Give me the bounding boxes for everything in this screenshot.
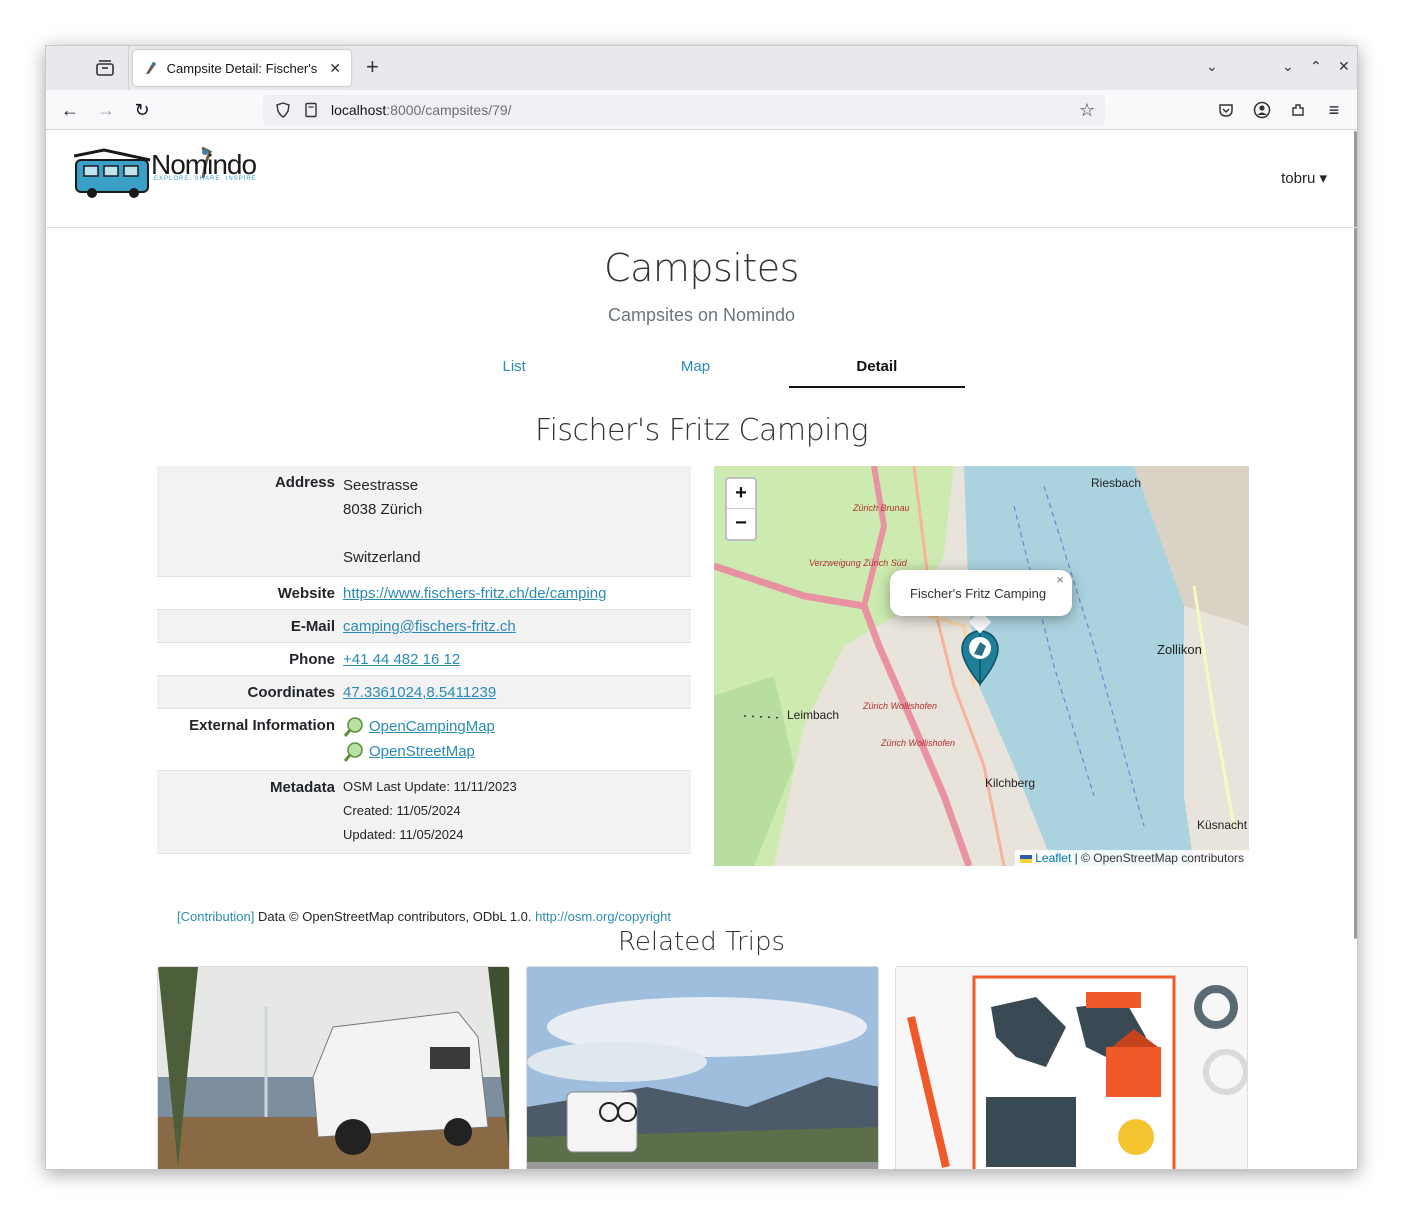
tab-overview-icon[interactable]: [94, 58, 116, 78]
tab-detail[interactable]: Detail: [788, 346, 965, 388]
metadata-created: Created: 11/05/2024: [343, 803, 461, 818]
place-label-zollikon: Zollikon: [1157, 642, 1202, 657]
campsite-tabs: List Map Detail: [426, 346, 970, 388]
bird-favicon-icon: [145, 62, 156, 74]
ukraine-flag-icon: [1019, 854, 1032, 863]
metadata-osm-update: OSM Last Update: 11/11/2023: [343, 779, 517, 794]
trip-card[interactable]: [895, 966, 1248, 1169]
campsite-name: Fischer's Fritz Camping: [535, 413, 869, 448]
external-info-label: External Information: [189, 717, 335, 734]
coordinates-label: Coordinates: [247, 684, 335, 701]
trip-photo-camper-mountains: [527, 967, 878, 1169]
tab-strip: Campsite Detail: Fischer's ✕ + ⌄ ⌄ ⌃ ✕: [46, 46, 1357, 90]
logo-tagline: EXPLORE. SHARE. INSPIRE: [154, 176, 257, 182]
osm-attribution: [Contribution] Data © OpenStreetMap cont…: [157, 909, 691, 924]
menu-icon[interactable]: ≡: [1322, 98, 1346, 122]
tab-map[interactable]: Map: [607, 346, 783, 388]
page-content: Nomindo EXPLORE. SHARE. INSPIRE tobru ▾ …: [46, 131, 1357, 1169]
url-bar[interactable]: localhost:8000/campsites/79/ ☆: [263, 95, 1105, 125]
page-info-icon[interactable]: [303, 102, 319, 118]
website-label: Website: [277, 585, 335, 602]
forward-icon[interactable]: →: [94, 98, 118, 122]
reload-icon[interactable]: ↻: [130, 98, 154, 122]
bookmark-star-icon[interactable]: ☆: [1079, 100, 1095, 121]
station-label-wollishofen-2: Zürich Wollishofen: [880, 738, 955, 748]
coordinates-link[interactable]: 47.3361024,8.5411239: [343, 684, 496, 701]
account-icon[interactable]: [1250, 98, 1274, 122]
map-tiles[interactable]: Riesbach Zollikon Leimbach Kilchberg Küs…: [714, 466, 1249, 866]
address-city: 8038 Zürich: [343, 501, 423, 518]
trip-card[interactable]: [526, 966, 879, 1169]
campsite-map[interactable]: Riesbach Zollikon Leimbach Kilchberg Küs…: [714, 466, 1249, 866]
related-trips-title: Related Trips: [617, 927, 786, 957]
station-label-verzweigung: Verzweigung Zürich Süd: [809, 558, 908, 568]
address-row: Address Seestrasse 8038 Zürich Switzerla…: [157, 466, 691, 577]
station-label-wollishofen-1: Zürich Wollishofen: [862, 701, 937, 711]
shield-icon[interactable]: [275, 102, 291, 118]
address-value: Seestrasse 8038 Zürich Switzerland: [343, 474, 691, 570]
leaflet-link[interactable]: Leaflet: [1035, 851, 1071, 865]
trip-photo-camper-forest: [158, 967, 509, 1169]
site-header: Nomindo EXPLORE. SHARE. INSPIRE tobru ▾: [46, 131, 1357, 228]
list-all-tabs-icon[interactable]: ⌄: [1206, 58, 1218, 75]
close-tab-icon[interactable]: ✕: [329, 60, 341, 77]
email-label: E-Mail: [290, 618, 335, 635]
close-window-icon[interactable]: ✕: [1338, 58, 1350, 75]
address-label: Address: [274, 474, 335, 491]
phone-row: Phone +41 44 482 16 12: [157, 643, 691, 676]
zoom-in-button[interactable]: +: [727, 479, 755, 509]
openstreetmap-icon: [343, 742, 363, 762]
campsite-info-table: Address Seestrasse 8038 Zürich Switzerla…: [157, 466, 691, 854]
opencampingmap-link[interactable]: OpenCampingMap: [369, 718, 495, 735]
metadata-updated: Updated: 11/05/2024: [343, 827, 464, 842]
place-label-kilchberg: Kilchberg: [985, 776, 1035, 790]
tab-title: Campsite Detail: Fischer's: [166, 60, 318, 76]
email-link[interactable]: camping@fischers-fritz.ch: [343, 618, 516, 635]
tab-list[interactable]: List: [426, 346, 602, 388]
osm-copyright-link[interactable]: http://osm.org/copyright: [535, 909, 671, 924]
popup-close-icon[interactable]: ×: [1056, 572, 1064, 587]
page-title: Campsites: [604, 246, 799, 290]
address-country: Switzerland: [343, 549, 421, 566]
place-label-kusnacht: Küsnacht: [1197, 818, 1248, 832]
external-info-row: External Information OpenCampingMap Open…: [157, 709, 691, 771]
place-label-leimbach: Leimbach: [787, 708, 839, 722]
map-popup: Fischer's Fritz Camping ×: [890, 570, 1072, 616]
map-attribution: Leaflet | © OpenStreetMap contributors: [1014, 850, 1249, 866]
attribution-text: Data © OpenStreetMap contributors, ODbL …: [254, 909, 536, 924]
url-text: localhost:8000/campsites/79/: [331, 102, 512, 118]
openstreetmap-link[interactable]: OpenStreetMap: [369, 743, 475, 760]
tab-separator: [128, 46, 129, 90]
address-street: Seestrasse: [343, 477, 419, 494]
page-subtitle: Campsites on Nomindo: [607, 305, 796, 325]
browser-tab[interactable]: Campsite Detail: Fischer's ✕: [133, 50, 351, 86]
new-tab-icon[interactable]: +: [366, 56, 379, 78]
extensions-icon[interactable]: [1286, 98, 1310, 122]
trip-card[interactable]: [157, 966, 510, 1169]
phone-link[interactable]: +41 44 482 16 12: [343, 651, 460, 668]
metadata-label: Metadata: [269, 779, 335, 796]
zoom-out-button[interactable]: −: [727, 509, 755, 539]
navigation-bar: ← → ↻ localhost:8000/campsites/79/ ☆ ≡: [46, 90, 1357, 130]
email-row: E-Mail camping@fischers-fritz.ch: [157, 610, 691, 643]
metadata-row: Metadata OSM Last Update: 11/11/2023 Cre…: [157, 771, 691, 854]
station-label-brunau: Zürich Brunau: [852, 503, 910, 513]
website-link[interactable]: https://www.fischers-fritz.ch/de/camping: [343, 585, 606, 602]
minimize-icon[interactable]: ⌄: [1282, 58, 1294, 75]
trip-illustration-travel-notebook: [896, 967, 1247, 1169]
coordinates-row: Coordinates 47.3361024,8.5411239: [157, 676, 691, 709]
user-menu[interactable]: tobru ▾: [1281, 169, 1327, 187]
pocket-icon[interactable]: [1214, 98, 1238, 122]
place-label-riesbach: Riesbach: [1091, 476, 1141, 490]
contribution-link[interactable]: [Contribution]: [177, 909, 254, 924]
website-row: Website https://www.fischers-fritz.ch/de…: [157, 577, 691, 610]
phone-label: Phone: [289, 651, 335, 668]
browser-window: Campsite Detail: Fischer's ✕ + ⌄ ⌄ ⌃ ✕ ←…: [45, 45, 1358, 1170]
map-attribution-text: | © OpenStreetMap contributors: [1071, 851, 1244, 865]
opencampingmap-icon: [343, 717, 363, 737]
back-icon[interactable]: ←: [58, 98, 82, 122]
maximize-icon[interactable]: ⌃: [1310, 58, 1322, 75]
map-zoom-control: + −: [725, 477, 757, 541]
popup-text: Fischer's Fritz Camping: [910, 586, 1047, 601]
